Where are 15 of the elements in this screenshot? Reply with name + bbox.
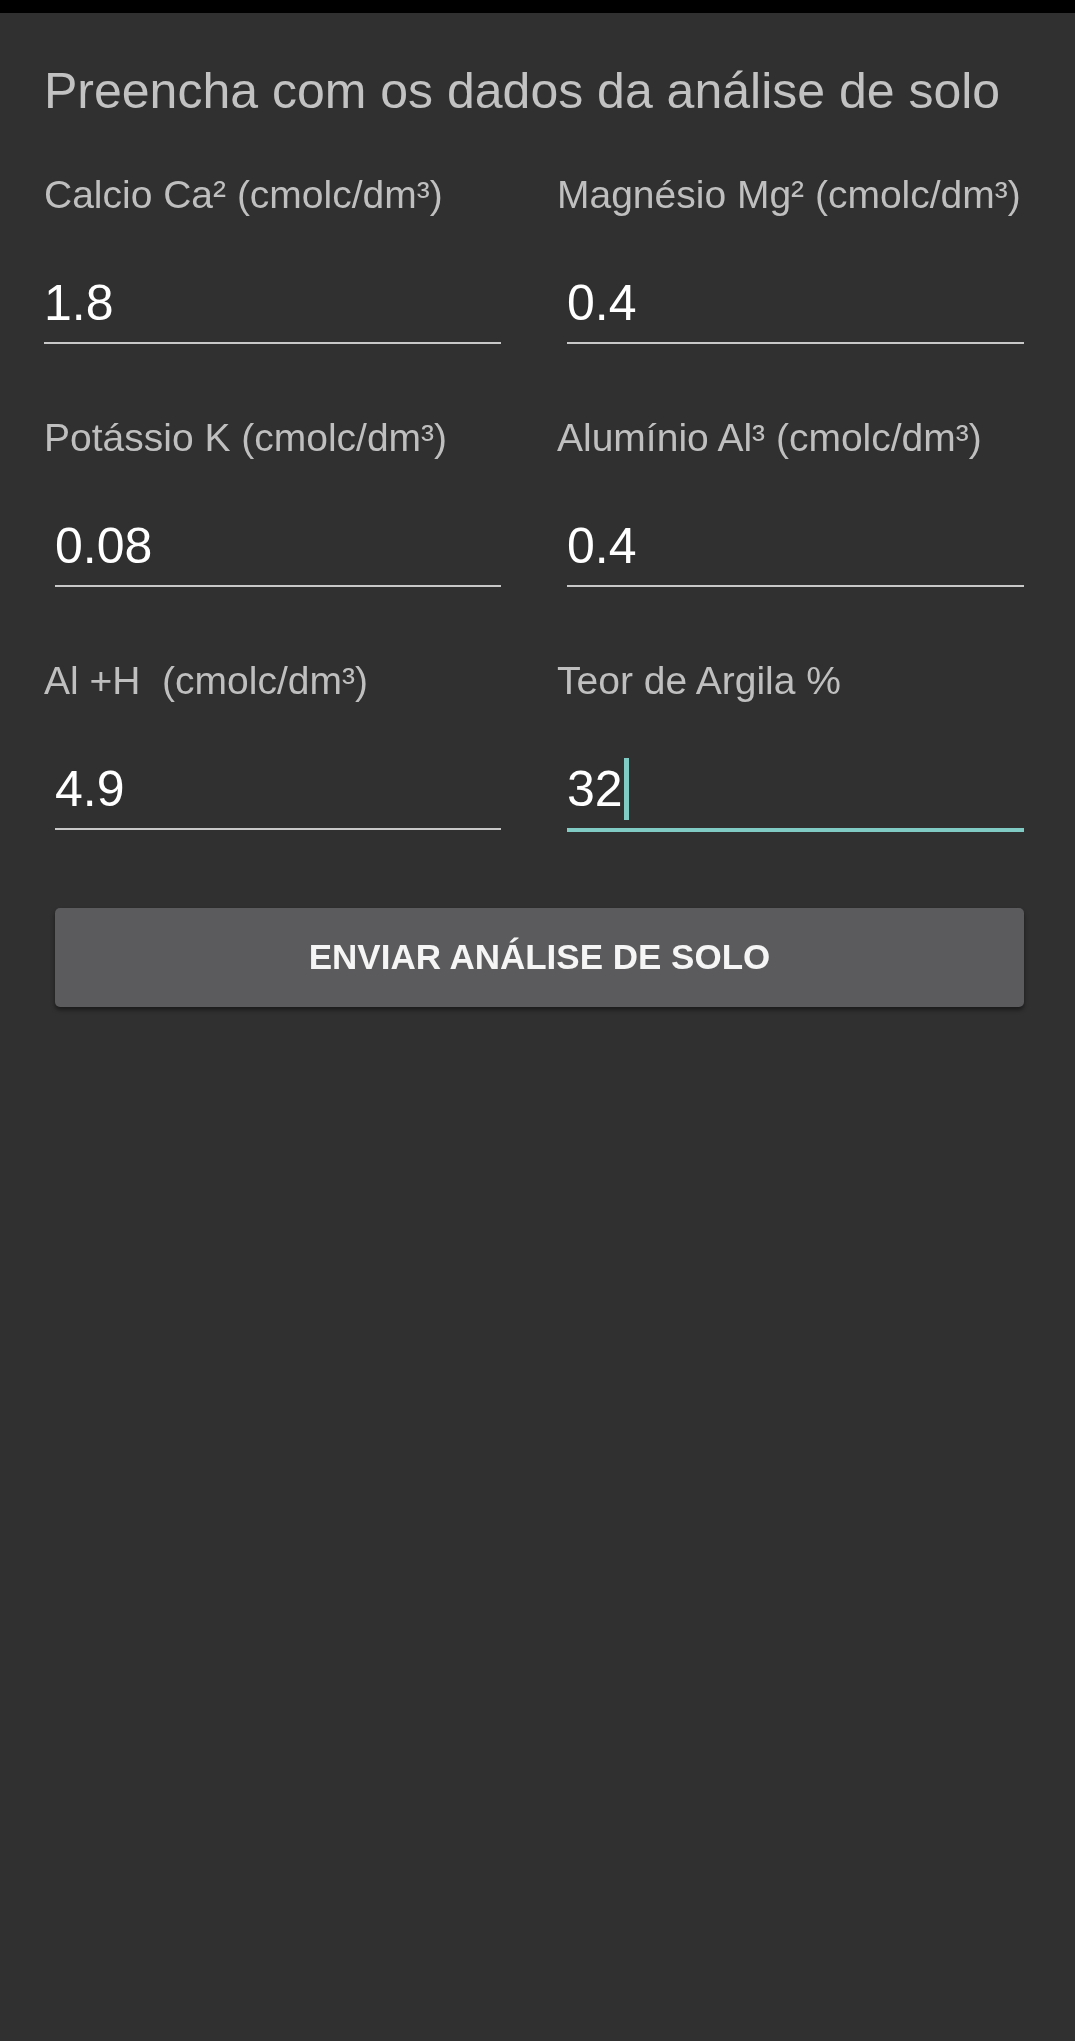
input-field[interactable]: 4.9: [55, 761, 501, 830]
input-field[interactable]: 0.4: [567, 518, 1024, 587]
field-label: Potássio K (cmolc/dm³): [44, 416, 448, 460]
field-label: Al +H (cmolc/dm³): [44, 659, 368, 703]
field-label: Alumínio Al³ (cmolc/dm³): [557, 416, 982, 460]
field-label: Calcio Ca² (cmolc/dm³): [44, 173, 443, 217]
input-field[interactable]: 32: [567, 761, 1024, 832]
submit-button[interactable]: ENVIAR ANÁLISE DE SOLO: [55, 908, 1024, 1007]
field-label: Teor de Argila %: [557, 659, 841, 703]
input-field[interactable]: 0.4: [567, 275, 1024, 344]
text-cursor: [623, 758, 629, 820]
form-title: Preencha com os dados da análise de solo: [44, 63, 1001, 119]
input-field[interactable]: 1.8: [44, 275, 501, 344]
field-label: Magnésio Mg² (cmolc/dm³): [557, 173, 1021, 217]
input-field[interactable]: 0.08: [55, 518, 501, 587]
